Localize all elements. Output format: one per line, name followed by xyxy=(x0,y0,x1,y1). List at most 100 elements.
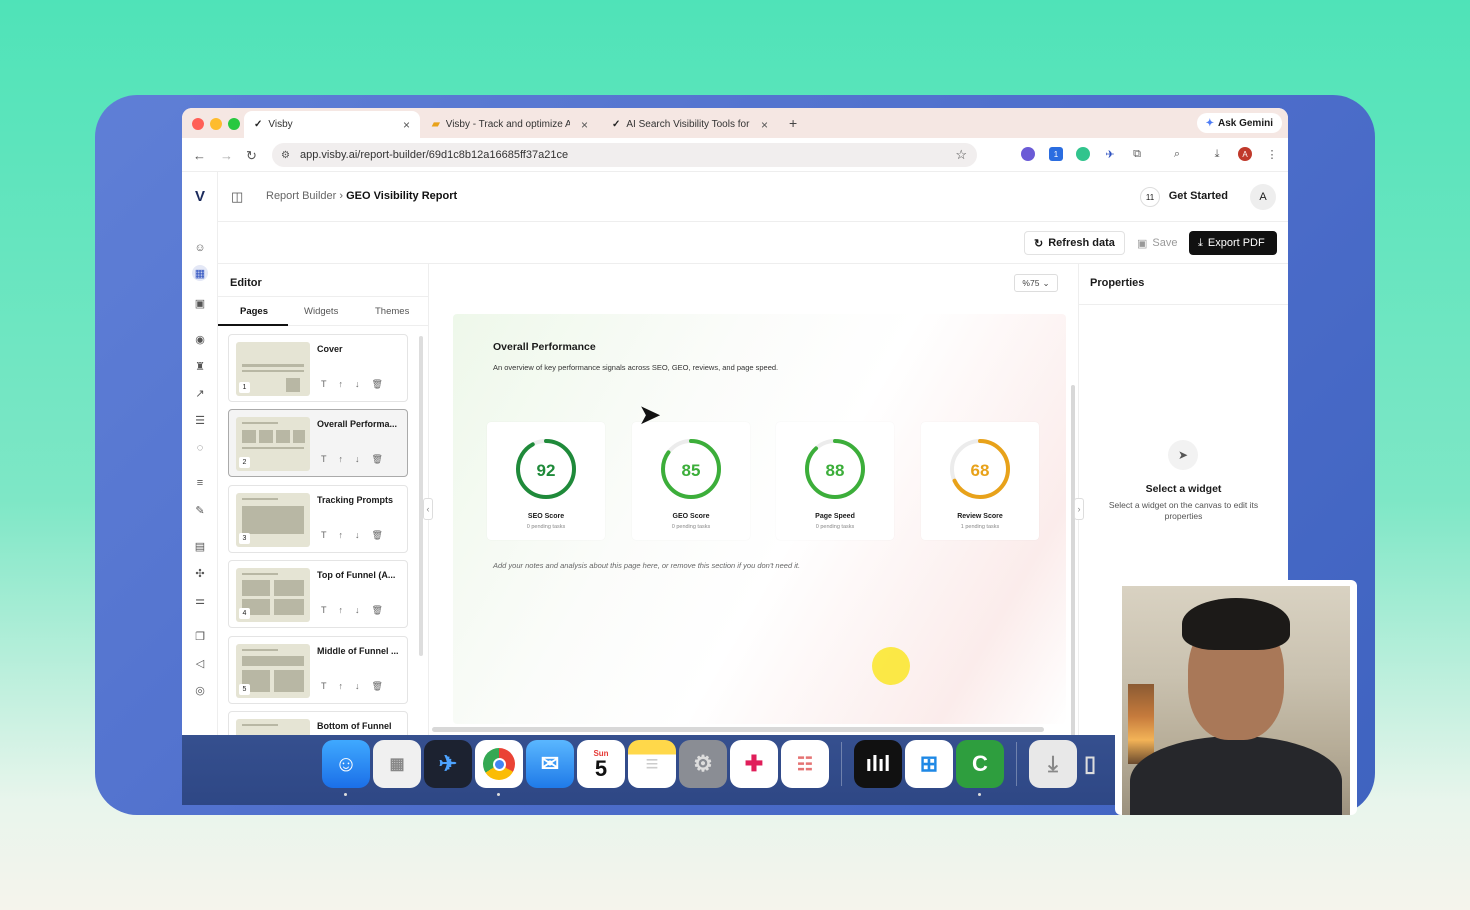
close-window-button[interactable] xyxy=(192,118,204,130)
page-card[interactable]: 4 Top of Funnel (A... T ↑ ↓ 🗑 xyxy=(228,560,408,628)
tab-pages[interactable]: Pages xyxy=(240,306,268,317)
camtasia-icon[interactable]: C xyxy=(956,740,1004,796)
report-page-subtitle[interactable]: An overview of key performance signals a… xyxy=(493,363,778,372)
site-settings-icon[interactable]: ⚙ xyxy=(281,150,290,161)
move-down-icon[interactable]: ↓ xyxy=(355,530,360,541)
notes-placeholder[interactable]: Add your notes and analysis about this p… xyxy=(493,561,800,570)
chat-icon[interactable]: ◌ xyxy=(192,440,208,456)
tab-close-icon[interactable]: × xyxy=(581,118,588,132)
downloads-icon[interactable]: ⤓ xyxy=(1029,740,1077,788)
list-icon[interactable]: ≡ xyxy=(192,475,208,491)
score-card[interactable]: 85 GEO Score 0 pending tasks xyxy=(632,422,750,540)
editor-scrollbar[interactable] xyxy=(419,336,423,656)
text-icon[interactable]: T xyxy=(321,454,327,465)
score-card[interactable]: 68 Review Score 1 pending tasks xyxy=(921,422,1039,540)
launchpad-icon[interactable]: ▦ xyxy=(373,740,421,788)
score-card[interactable]: 92 SEO Score 0 pending tasks xyxy=(487,422,605,540)
trophy-icon[interactable]: ♜ xyxy=(192,358,208,374)
breadcrumb-parent[interactable]: Report Builder xyxy=(266,190,336,202)
page-card[interactable]: Bottom of Funnel xyxy=(228,711,408,735)
browser-tab-visby-track[interactable]: ▰ Visby - Track and optimize AI × xyxy=(422,111,598,138)
sliders-icon[interactable]: ⚌ xyxy=(192,592,208,608)
page-card[interactable]: 3 Tracking Prompts T ↑ ↓ 🗑 xyxy=(228,485,408,553)
bookmark-star-icon[interactable]: ☆ xyxy=(955,147,967,163)
text-icon[interactable]: T xyxy=(321,530,327,541)
move-up-icon[interactable]: ↑ xyxy=(339,454,344,465)
trash-icon[interactable]: 🗑 xyxy=(372,681,383,692)
page-card[interactable]: 1 Cover T ↑ ↓ 🗑 xyxy=(228,334,408,402)
extension-icon[interactable] xyxy=(1076,147,1090,161)
windows-app-icon[interactable]: ⊞ xyxy=(905,740,953,788)
ask-gemini-button[interactable]: ✦ Ask Gemini xyxy=(1196,113,1282,133)
move-up-icon[interactable]: ↑ xyxy=(339,530,344,541)
trash-icon[interactable]: 🗑 xyxy=(372,454,383,465)
extension-badge-icon[interactable]: 1 xyxy=(1049,147,1063,161)
users-icon[interactable]: ☺ xyxy=(192,240,208,256)
megaphone-icon[interactable]: ◁ xyxy=(192,655,208,671)
download-icon[interactable]: ⤓ xyxy=(1210,147,1224,161)
tab-close-icon[interactable]: × xyxy=(761,118,768,132)
calendar-icon[interactable]: Sun 5 xyxy=(577,740,625,788)
slack-icon[interactable]: ✚ xyxy=(730,740,778,788)
extension-icon[interactable] xyxy=(1021,147,1035,161)
forward-arrow-icon[interactable]: → xyxy=(220,148,233,163)
url-bar[interactable]: ⚙ app.visby.ai/report-builder/69d1c8b12a… xyxy=(272,143,977,167)
finder-icon[interactable]: ☺ xyxy=(322,740,370,796)
tab-themes[interactable]: Themes xyxy=(375,306,409,317)
voice-memos-icon[interactable]: ılıl xyxy=(854,740,902,788)
sidebar-toggle-icon[interactable]: ◫ xyxy=(231,189,243,205)
puzzle-icon[interactable]: ✣ xyxy=(192,565,208,581)
move-down-icon[interactable]: ↓ xyxy=(355,379,360,390)
mail-icon[interactable]: ✉ xyxy=(526,740,574,788)
move-up-icon[interactable]: ↑ xyxy=(339,379,344,390)
report-builder-icon[interactable]: ▦ xyxy=(192,265,208,281)
get-started-button[interactable]: Get Started xyxy=(1169,190,1228,202)
extension-icon[interactable]: ✈ xyxy=(1103,147,1117,161)
canvas-horizontal-scrollbar[interactable] xyxy=(432,727,1044,732)
export-pdf-button[interactable]: ⤓ Export PDF xyxy=(1189,231,1277,255)
page-card[interactable]: 5 Middle of Funnel ... T ↑ ↓ 🗑 xyxy=(228,636,408,704)
trash-icon[interactable]: 🗑 xyxy=(372,605,383,616)
chart-icon[interactable]: ↗ xyxy=(192,385,208,401)
tab-close-icon[interactable]: × xyxy=(403,118,410,132)
report-page[interactable]: Overall Performance An overview of key p… xyxy=(453,314,1066,724)
browser-tab-visby[interactable]: ✓ Visby × xyxy=(244,111,420,138)
layout-icon[interactable]: ☰ xyxy=(192,412,208,428)
dashboard-icon[interactable]: ▣ xyxy=(192,295,208,311)
page-card[interactable]: 2 Overall Performa... T ↑ ↓ 🗑 xyxy=(228,409,408,477)
help-icon[interactable]: ◎ xyxy=(192,682,208,698)
reload-icon[interactable]: ↻ xyxy=(246,148,257,164)
search-tabs-icon[interactable]: ⌕ xyxy=(1170,147,1184,161)
score-card[interactable]: 88 Page Speed 0 pending tasks xyxy=(776,422,894,540)
text-icon[interactable]: T xyxy=(321,379,327,390)
book-icon[interactable]: ▤ xyxy=(192,538,208,554)
trash-icon[interactable]: ▯ xyxy=(1080,740,1100,788)
user-avatar[interactable]: A xyxy=(1250,184,1276,210)
text-icon[interactable]: T xyxy=(321,681,327,692)
testflight-icon[interactable]: ✈ xyxy=(424,740,472,788)
move-up-icon[interactable]: ↑ xyxy=(339,681,344,692)
more-menu-icon[interactable]: ⋮ xyxy=(1265,147,1279,161)
refresh-data-button[interactable]: ↻ Refresh data xyxy=(1024,231,1125,255)
move-down-icon[interactable]: ↓ xyxy=(355,605,360,616)
puzzle-extensions-icon[interactable]: ⧉ xyxy=(1130,147,1144,161)
report-page-title[interactable]: Overall Performance xyxy=(493,341,596,353)
profile-avatar[interactable]: A xyxy=(1238,147,1252,161)
save-button[interactable]: ▣ Save xyxy=(1128,231,1186,255)
textedit-icon[interactable]: ☷ xyxy=(781,740,829,788)
move-down-icon[interactable]: ↓ xyxy=(355,681,360,692)
move-up-icon[interactable]: ↑ xyxy=(339,605,344,616)
move-down-icon[interactable]: ↓ xyxy=(355,454,360,465)
browser-tab-ai-search[interactable]: ✓ AI Search Visibility Tools for E × xyxy=(602,111,778,138)
chrome-icon[interactable] xyxy=(475,740,523,796)
notes-icon[interactable]: ≡ xyxy=(628,740,676,788)
zoom-window-button[interactable] xyxy=(228,118,240,130)
minimize-window-button[interactable] xyxy=(210,118,222,130)
notification-count-badge[interactable]: 11 xyxy=(1140,187,1160,207)
new-tab-button[interactable]: + xyxy=(789,115,797,131)
tab-widgets[interactable]: Widgets xyxy=(304,306,338,317)
trash-icon[interactable]: 🗑 xyxy=(372,530,383,541)
canvas-vertical-scrollbar[interactable] xyxy=(1071,385,1075,735)
docs-icon[interactable]: ❐ xyxy=(192,628,208,644)
visby-logo-icon[interactable]: V xyxy=(192,188,208,205)
